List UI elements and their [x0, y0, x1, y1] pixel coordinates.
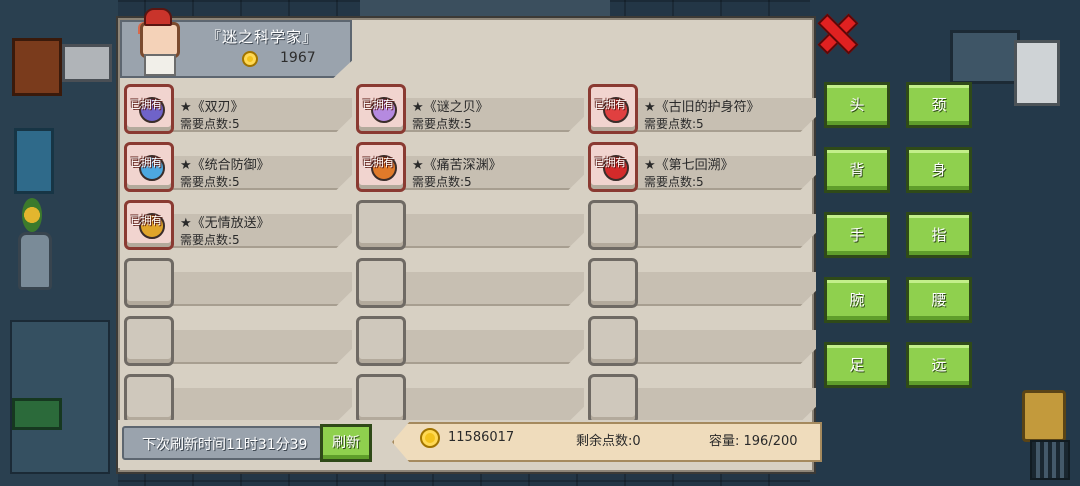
empty-cell	[354, 372, 584, 424]
empty-cell	[122, 256, 352, 308]
item-cost: 需要点数:5	[180, 117, 240, 131]
slot-filter-button[interactable]: 足	[824, 342, 890, 388]
item-cell[interactable]: 已拥有 ★《谜之贝》 需要点数:5	[354, 82, 584, 134]
background-cabinet	[12, 38, 62, 96]
owned-badge: 已拥有	[594, 98, 626, 111]
owned-badge: 已拥有	[362, 156, 394, 169]
background-circuit-board	[12, 398, 62, 430]
empty-slot	[124, 374, 174, 424]
capacity: 容量: 196/200	[709, 434, 798, 449]
coin-icon	[242, 51, 258, 67]
item-name: ★《古旧的护身符》	[644, 100, 760, 115]
empty-slot	[588, 316, 638, 366]
item-row: 已拥有 ★《双刃》 需要点数:5 已拥有 ★《谜之贝》 需要点数:5 已拥有 ★《古旧的护身符…	[122, 82, 816, 140]
empty-cell	[122, 372, 352, 424]
empty-cell	[122, 314, 352, 366]
owned-badge: 已拥有	[130, 156, 162, 169]
item-cost: 需要点数:5	[180, 233, 240, 247]
slot-filter-button[interactable]: 腰	[906, 277, 972, 323]
owned-badge: 已拥有	[130, 98, 162, 111]
slot-filter-button[interactable]: 手	[824, 212, 890, 258]
empty-slot	[356, 374, 406, 424]
item-cost: 需要点数:5	[412, 117, 472, 131]
empty-cell	[354, 198, 584, 250]
background-panel	[1014, 40, 1060, 106]
empty-slot	[588, 200, 638, 250]
item-cost: 需要点数:5	[180, 175, 240, 189]
item-cost: 需要点数:5	[644, 175, 704, 189]
item-name: ★《双刃》	[180, 100, 244, 115]
empty-slot	[588, 374, 638, 424]
avatar-helmet	[144, 8, 172, 26]
background-chair	[14, 128, 54, 194]
background-vase	[18, 232, 52, 290]
empty-cell	[586, 372, 816, 424]
owned-badge: 已拥有	[362, 98, 394, 111]
empty-cell	[586, 314, 816, 366]
owned-badge: 已拥有	[594, 156, 626, 169]
empty-slot	[356, 316, 406, 366]
item-name: ★《统合防御》	[180, 158, 270, 173]
slot-filter-button[interactable]: 身	[906, 147, 972, 193]
empty-slot	[356, 258, 406, 308]
item-cell[interactable]: 已拥有 ★《无情放送》 需要点数:5	[122, 198, 352, 250]
empty-slot	[124, 258, 174, 308]
background-machine	[950, 30, 1020, 84]
item-row: 已拥有 ★《统合防御》 需要点数:5 已拥有 ★《痛苦深渊》 需要点数:5 已拥有 ★《第七回…	[122, 140, 816, 198]
item-name: ★《谜之贝》	[412, 100, 489, 115]
item-cell[interactable]: 已拥有 ★《古旧的护身符》 需要点数:5	[586, 82, 816, 134]
empty-slot	[124, 316, 174, 366]
merchant-title: 『迷之科学家』	[206, 28, 319, 46]
item-cell[interactable]: 已拥有 ★《统合防御》 需要点数:5	[122, 140, 352, 192]
item-cost: 需要点数:5	[412, 175, 472, 189]
slot-filter-button[interactable]: 背	[824, 147, 890, 193]
item-cell[interactable]: 已拥有 ★《痛苦深渊》 需要点数:5	[354, 140, 584, 192]
background-device	[1022, 390, 1066, 442]
item-row	[122, 314, 816, 372]
merchant-coin-count: 1967	[280, 50, 316, 66]
merchant-avatar	[132, 8, 182, 76]
slot-filter-button[interactable]: 颈	[906, 82, 972, 128]
item-grid: 已拥有 ★《双刃》 需要点数:5 已拥有 ★《谜之贝》 需要点数:5 已拥有 ★《古旧的护身符…	[122, 82, 816, 430]
slot-filter-button[interactable]: 头	[824, 82, 890, 128]
slot-filter-button[interactable]: 远	[906, 342, 972, 388]
refresh-button[interactable]: 刷新	[320, 424, 372, 462]
coin-icon	[420, 428, 440, 448]
item-row: 已拥有 ★《无情放送》 需要点数:5	[122, 198, 816, 256]
item-row	[122, 256, 816, 314]
item-cell[interactable]: 已拥有 ★《双刃》需要点数:5	[122, 82, 352, 134]
background-vent	[1030, 440, 1070, 480]
background-flower	[22, 198, 42, 232]
owned-badge: 已拥有	[130, 214, 162, 227]
item-cell[interactable]: 已拥有 ★《第七回溯》 需要点数:5	[586, 140, 816, 192]
item-name: ★《无情放送》	[180, 216, 270, 231]
empty-slot	[588, 258, 638, 308]
remaining-points: 剩余点数:0	[576, 434, 641, 449]
item-name: ★《痛苦深渊》	[412, 158, 502, 173]
avatar-face	[140, 22, 180, 58]
item-cost: 需要点数:5	[644, 117, 704, 131]
close-icon[interactable]	[818, 14, 854, 50]
background-printer	[62, 44, 112, 82]
avatar-body	[144, 54, 176, 76]
slot-filter-button[interactable]: 指	[906, 212, 972, 258]
refresh-timer: 下次刷新时间11时31分39	[122, 426, 322, 460]
background-wall	[360, 0, 610, 16]
empty-cell	[354, 256, 584, 308]
item-name: ★《第七回溯》	[644, 158, 734, 173]
player-coin-count: 11586017	[448, 430, 515, 445]
empty-cell	[586, 256, 816, 308]
empty-cell	[586, 198, 816, 250]
empty-cell	[354, 314, 584, 366]
empty-slot	[356, 200, 406, 250]
slot-filter-button[interactable]: 腕	[824, 277, 890, 323]
